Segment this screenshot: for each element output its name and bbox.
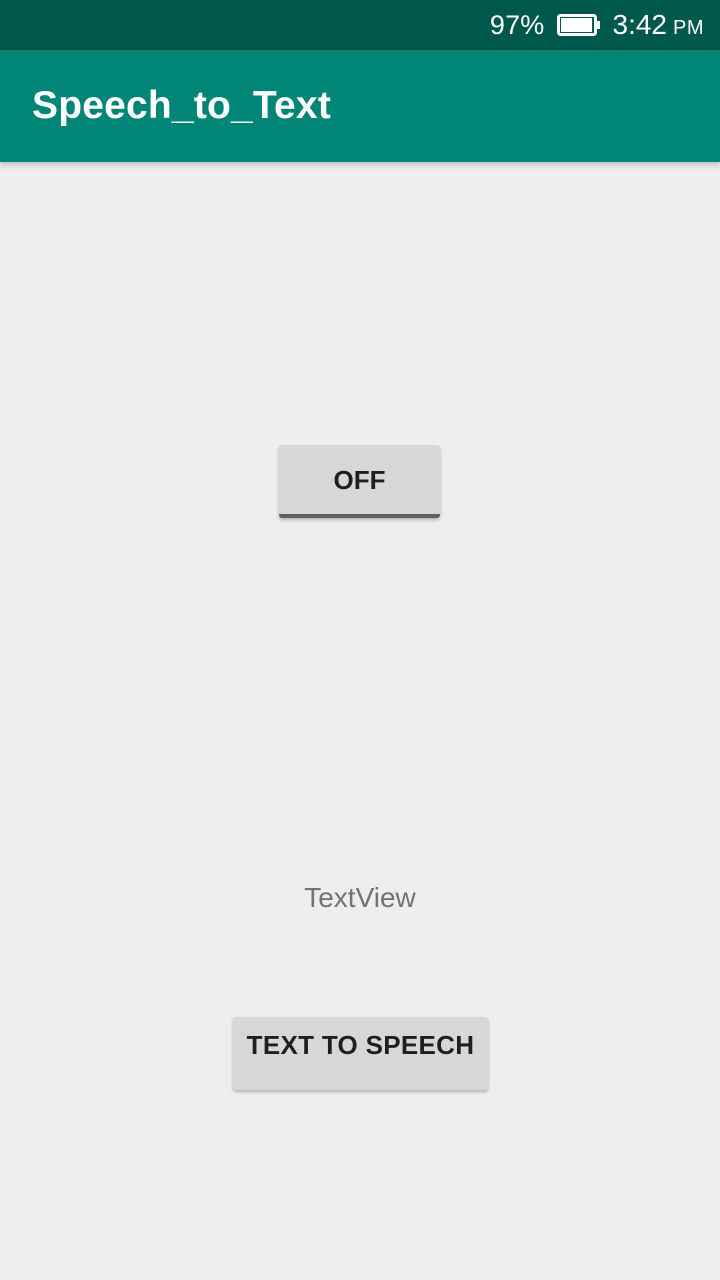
- status-bar: 97% 3:42 PM: [0, 0, 720, 50]
- app-title: Speech_to_Text: [32, 84, 332, 127]
- status-indicators: 97% 3:42 PM: [490, 0, 704, 50]
- clock: 3:42 PM: [613, 9, 705, 41]
- toggle-button-label: OFF: [333, 465, 386, 495]
- text-view: TextView: [304, 882, 416, 913]
- text-to-speech-label: TEXT TO SPEECH: [246, 1030, 475, 1060]
- clock-time: 3:42: [612, 9, 668, 40]
- toggle-indicator: [279, 514, 440, 518]
- battery-icon: [556, 14, 601, 36]
- app-bar: Speech_to_Text: [0, 50, 720, 162]
- text-to-speech-button[interactable]: TEXT TO SPEECH: [233, 1017, 488, 1090]
- battery-percentage: 97%: [489, 9, 545, 40]
- clock-ampm: PM: [673, 17, 704, 39]
- off-toggle-button[interactable]: OFF: [279, 445, 440, 518]
